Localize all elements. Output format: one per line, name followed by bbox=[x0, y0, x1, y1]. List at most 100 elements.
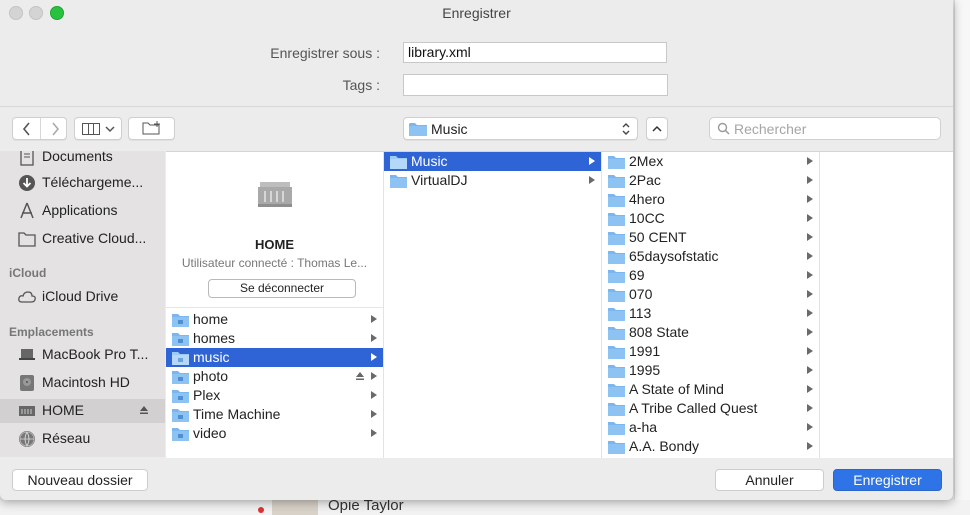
sidebar-item-home[interactable]: HOME bbox=[0, 399, 165, 423]
folder-name: video bbox=[193, 425, 227, 441]
eject-icon[interactable] bbox=[355, 371, 365, 381]
folder-row[interactable]: 65daysofstatic bbox=[602, 247, 819, 266]
collapse-toggle-button[interactable] bbox=[646, 117, 668, 140]
folder-icon bbox=[608, 270, 625, 283]
disclosure-arrow-icon bbox=[807, 195, 813, 203]
folder-row-homes[interactable]: homes bbox=[166, 329, 383, 348]
folder-row[interactable]: 2Pac bbox=[602, 171, 819, 190]
disconnect-button[interactable]: Se déconnecter bbox=[208, 279, 356, 298]
folder-icon bbox=[608, 213, 625, 226]
new-folder-button[interactable]: Nouveau dossier bbox=[12, 469, 148, 491]
folder-row-home[interactable]: home bbox=[166, 310, 383, 329]
folder-name: 4hero bbox=[629, 191, 665, 207]
folder-row[interactable]: A Tribe Called Quest bbox=[602, 399, 819, 418]
sidebar-item-macintosh-hd[interactable]: Macintosh HD bbox=[0, 371, 165, 395]
folder-name: Music bbox=[411, 153, 448, 169]
sidebar-item-documents[interactable]: Documents bbox=[0, 151, 165, 169]
folder-row[interactable]: 4hero bbox=[602, 190, 819, 209]
folder-row-plex[interactable]: Plex bbox=[166, 386, 383, 405]
server-info-panel: HOME Utilisateur connecté : Thomas Le...… bbox=[166, 152, 383, 307]
folder-row-photo[interactable]: photo bbox=[166, 367, 383, 386]
columns-view-icon bbox=[82, 123, 100, 135]
sidebar-item-applications[interactable]: Applications bbox=[0, 199, 165, 223]
folder-row-music[interactable]: music bbox=[166, 348, 383, 367]
folder-name: 69 bbox=[629, 267, 645, 283]
folder-name: 113 bbox=[629, 305, 652, 321]
folder-row[interactable]: 69 bbox=[602, 266, 819, 285]
folder-row[interactable]: a-ha bbox=[602, 418, 819, 437]
sidebar-item-macbook-pro[interactable]: MacBook Pro T... bbox=[0, 343, 165, 367]
folder-row-time-machine[interactable]: Time Machine bbox=[166, 405, 383, 424]
folder-row[interactable]: 50 CENT bbox=[602, 228, 819, 247]
folder-row-video[interactable]: video bbox=[166, 424, 383, 443]
sidebar-item-network[interactable]: Réseau bbox=[0, 427, 165, 451]
folder-row[interactable]: 808 State bbox=[602, 323, 819, 342]
disclosure-arrow-icon bbox=[807, 366, 813, 374]
folder-row[interactable]: 113 bbox=[602, 304, 819, 323]
forward-button[interactable] bbox=[41, 118, 67, 139]
folder-name: photo bbox=[193, 368, 229, 384]
tags-field[interactable] bbox=[403, 74, 668, 96]
network-folder-icon bbox=[172, 428, 189, 441]
location-popup[interactable]: Music bbox=[403, 117, 638, 140]
folder-icon bbox=[608, 194, 625, 207]
folder-name: A Tribe Called Quest bbox=[629, 400, 758, 416]
folder-name: A State of Mind bbox=[629, 381, 724, 397]
sidebar-item-creative-cloud[interactable]: Creative Cloud... bbox=[0, 227, 165, 251]
folder-row-virtualdj[interactable]: VirtualDJ bbox=[384, 171, 601, 190]
disclosure-arrow-icon bbox=[371, 315, 377, 323]
folder-row[interactable]: 10CC bbox=[602, 209, 819, 228]
close-window-button[interactable] bbox=[9, 6, 23, 20]
back-button[interactable] bbox=[13, 118, 41, 139]
disclosure-arrow-icon bbox=[807, 176, 813, 184]
save-as-label: Enregistrer sous : bbox=[270, 45, 380, 61]
applications-icon bbox=[20, 202, 34, 219]
zoom-window-button[interactable] bbox=[50, 6, 64, 20]
folder-name: home bbox=[193, 311, 229, 327]
folder-row-music[interactable]: Music bbox=[384, 152, 601, 171]
disclosure-arrow-icon bbox=[807, 404, 813, 412]
column-music: Music VirtualDJ bbox=[384, 152, 602, 458]
view-mode-button[interactable] bbox=[74, 117, 122, 140]
disclosure-arrow-icon bbox=[807, 423, 813, 431]
new-folder-toolbar-button[interactable] bbox=[128, 117, 175, 140]
folder-row[interactable]: 2Mex bbox=[602, 152, 819, 171]
up-down-chevron-icon bbox=[622, 123, 630, 135]
sidebar-item-icloud-drive[interactable]: iCloud Drive bbox=[0, 285, 165, 309]
disclosure-arrow-icon bbox=[371, 391, 377, 399]
sidebar-item-label: Macintosh HD bbox=[42, 374, 130, 390]
search-input[interactable]: Rechercher bbox=[709, 117, 941, 140]
sidebar-item-downloads[interactable]: Téléchargeme... bbox=[0, 171, 165, 195]
save-button[interactable]: Enregistrer bbox=[833, 469, 942, 491]
sidebar-item-label: Téléchargeme... bbox=[42, 174, 144, 190]
heart-icon bbox=[258, 507, 264, 513]
divider bbox=[166, 307, 383, 308]
folder-icon bbox=[608, 251, 625, 264]
folder-row[interactable]: A State of Mind bbox=[602, 380, 819, 399]
save-as-field[interactable]: library.xml bbox=[403, 42, 667, 63]
folder-name: 2Mex bbox=[629, 153, 664, 169]
column-server: HOME Utilisateur connecté : Thomas Le...… bbox=[166, 152, 384, 458]
folder-name: 2Pac bbox=[629, 172, 661, 188]
folder-icon bbox=[608, 346, 625, 359]
folder-icon bbox=[390, 175, 407, 188]
disclosure-arrow-icon bbox=[807, 442, 813, 450]
eject-icon[interactable] bbox=[139, 405, 149, 415]
hard-drive-icon bbox=[20, 375, 34, 391]
folder-row[interactable]: A.A. Bondy bbox=[602, 437, 819, 456]
folder-name: 1991 bbox=[629, 343, 661, 359]
save-as-row: Enregistrer sous : library.xml bbox=[0, 42, 953, 64]
column-artists: 2Mex 2Pac 4hero 10CC 50 CENT 65daysofstatic 69… bbox=[602, 152, 820, 458]
folder-row[interactable]: 1995 bbox=[602, 361, 819, 380]
cancel-button[interactable]: Annuler bbox=[715, 469, 824, 491]
sidebar-heading-locations: Emplacements bbox=[9, 325, 94, 339]
chevron-right-icon bbox=[52, 122, 60, 136]
search-icon bbox=[717, 122, 730, 135]
folder-name: 1995 bbox=[629, 362, 661, 378]
folder-icon bbox=[608, 232, 625, 245]
folder-name: VirtualDJ bbox=[411, 172, 468, 188]
minimize-window-button[interactable] bbox=[29, 6, 43, 20]
folder-row[interactable]: 070 bbox=[602, 285, 819, 304]
folder-row[interactable]: 1991 bbox=[602, 342, 819, 361]
folder-name: Plex bbox=[193, 387, 221, 403]
